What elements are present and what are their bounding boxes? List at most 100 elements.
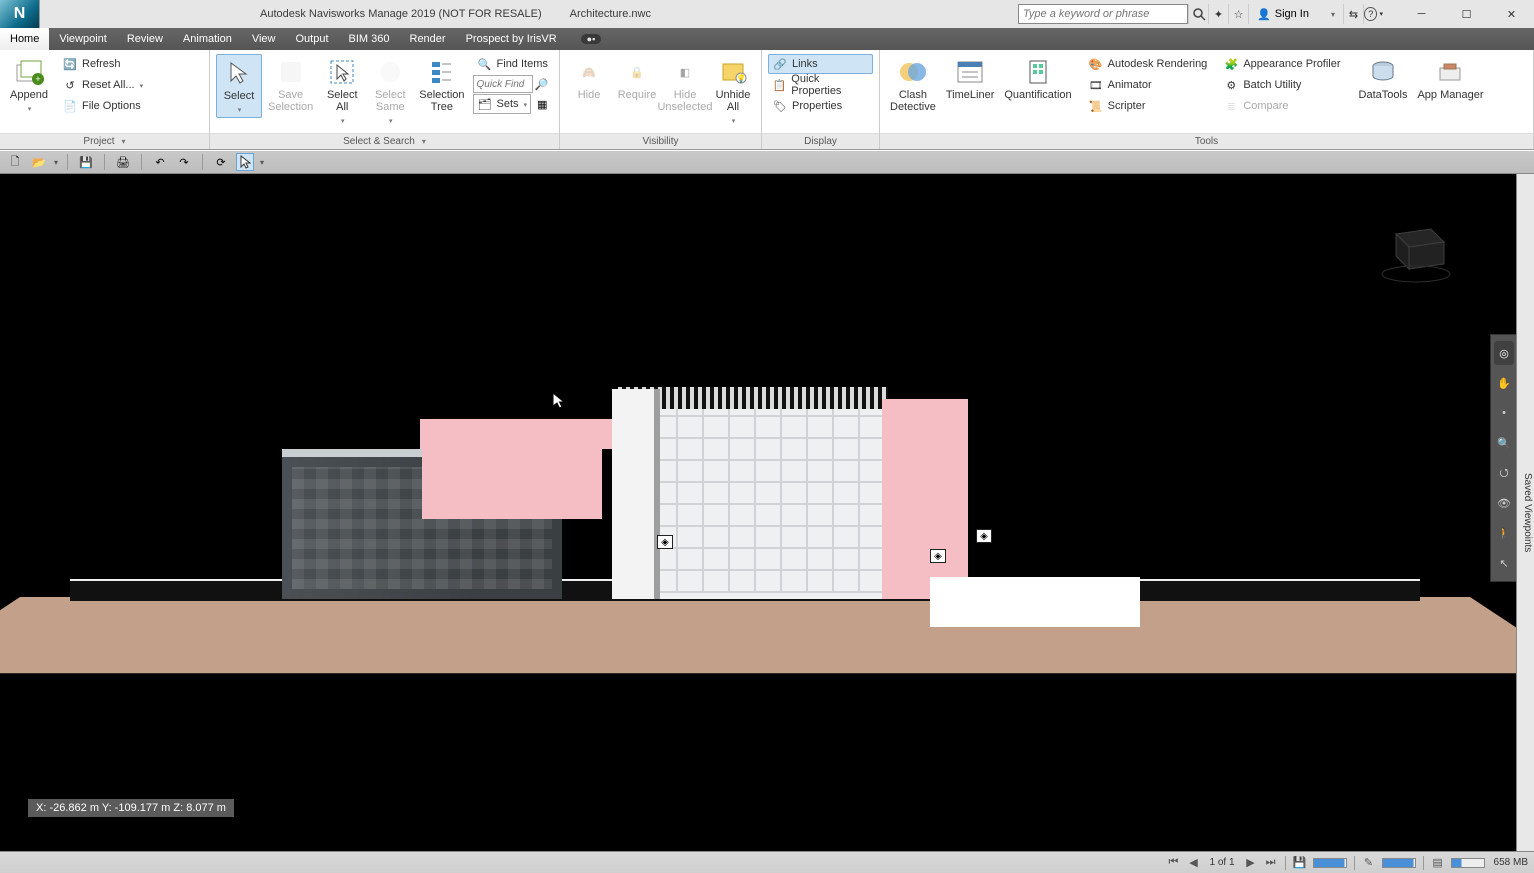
exchange-icon[interactable]: ⇆	[1343, 4, 1363, 24]
render-label: Autodesk Rendering	[1108, 58, 1208, 70]
select-all-button[interactable]: Select All	[319, 54, 365, 128]
minimize-button[interactable]: ─	[1399, 0, 1444, 28]
link-marker-3[interactable]: ◈	[976, 529, 992, 543]
unhide-all-button[interactable]: 💡Unhide All	[710, 54, 756, 128]
app-manager-label: App Manager	[1417, 89, 1483, 101]
datatools-button[interactable]: DataTools	[1355, 54, 1412, 103]
search-icon[interactable]	[1188, 4, 1208, 24]
animator-button[interactable]: 🎞Animator	[1084, 75, 1212, 95]
redo-icon[interactable]: ↷	[175, 153, 193, 171]
subscription-icon[interactable]: ✦	[1208, 4, 1228, 24]
append-button[interactable]: + Append	[6, 54, 52, 116]
signin-button[interactable]: 👤 Sign In ▾	[1248, 4, 1343, 24]
autodesk-rendering-button[interactable]: 🎨Autodesk Rendering	[1084, 54, 1212, 74]
sheet-next-icon[interactable]: ▶	[1242, 855, 1260, 871]
walk-icon[interactable]: 🚶	[1494, 521, 1514, 545]
sheet-prev-icon[interactable]: ◀	[1185, 855, 1203, 871]
link-marker-1[interactable]: ◈	[657, 535, 673, 549]
sheet-last-icon[interactable]: ⏭	[1262, 855, 1280, 871]
appearance-label: Appearance Profiler	[1243, 58, 1340, 70]
quick-find-input[interactable]	[473, 75, 533, 93]
memory-progress	[1451, 858, 1485, 868]
hide-unselected-label: Hide Unselected	[657, 89, 712, 113]
reset-all-button[interactable]: ↺Reset All...	[58, 75, 147, 95]
refresh-qat-icon[interactable]: ⟳	[212, 153, 230, 171]
app-manager-button[interactable]: App Manager	[1413, 54, 1487, 103]
append-icon: +	[13, 56, 45, 88]
scripter-icon: 📜	[1088, 98, 1104, 114]
drive-icon[interactable]: 💾	[1291, 855, 1309, 871]
quantification-button[interactable]: Quantification	[1000, 54, 1075, 103]
link-marker-2[interactable]: ◈	[930, 549, 946, 563]
ribbon-extra-icon[interactable]: ●▪	[575, 28, 608, 50]
user-icon: 👤	[1257, 8, 1271, 21]
selection-tree-button[interactable]: Selection Tree	[415, 54, 468, 115]
tab-view[interactable]: View	[242, 28, 286, 50]
open-icon[interactable]: 📂	[30, 153, 48, 171]
appearance-profiler-button[interactable]: 🧩Appearance Profiler	[1219, 54, 1344, 74]
pencil-icon[interactable]: ✎	[1360, 855, 1378, 871]
pan-icon[interactable]: ✋	[1494, 371, 1514, 395]
select-nav-icon[interactable]: ↖	[1494, 551, 1514, 575]
panel-tools-title: Tools	[880, 133, 1533, 149]
close-button[interactable]: ✕	[1489, 0, 1534, 28]
timeliner-button[interactable]: TimeLiner	[942, 54, 999, 103]
view-cube[interactable]	[1376, 214, 1456, 284]
panel-tools: Clash Detective TimeLiner Quantification…	[880, 50, 1534, 149]
infocenter-search[interactable]	[1018, 4, 1188, 24]
save-icon[interactable]: 💾	[77, 153, 95, 171]
file-options-button[interactable]: 📄 File Options	[58, 96, 147, 116]
steering-wheel-icon[interactable]: ◎	[1494, 341, 1514, 365]
3d-viewport[interactable]: ◈ ◈ ◈ X: -26.862 m Y: -109.177 m Z: 8.07…	[0, 174, 1516, 851]
tab-render[interactable]: Render	[400, 28, 456, 50]
tab-bim360[interactable]: BIM 360	[339, 28, 400, 50]
select-same-icon	[374, 56, 406, 88]
quick-access-toolbar: 🗋 📂 ▾ 💾 🖨 ↶ ↷ ⟳ ▾	[0, 150, 1534, 174]
file-options-label: File Options	[82, 100, 141, 112]
refresh-button[interactable]: 🔄Refresh	[58, 54, 147, 74]
properties-button[interactable]: 🏷Properties	[768, 96, 873, 116]
panel-select-search-title[interactable]: Select & Search	[210, 133, 559, 149]
tab-animation[interactable]: Animation	[173, 28, 242, 50]
quick-properties-button[interactable]: 📋Quick Properties	[768, 75, 873, 95]
memory-readout: 658 MB	[1494, 857, 1528, 868]
links-button[interactable]: 🔗Links	[768, 54, 873, 74]
zoom-icon[interactable]: 🔍	[1494, 431, 1514, 455]
tab-home[interactable]: Home	[0, 28, 49, 50]
orbit-icon[interactable]: ⭯	[1494, 461, 1514, 485]
file-options-icon: 📄	[62, 98, 78, 114]
sets-manage-icon[interactable]: ▦	[537, 98, 547, 111]
saved-viewpoints-tab[interactable]: Saved Viewpoints	[1516, 174, 1534, 851]
tab-review[interactable]: Review	[117, 28, 173, 50]
quick-find-go-icon[interactable]: 🔎	[535, 78, 549, 91]
panel-project-title[interactable]: Project	[0, 133, 209, 149]
app-logo[interactable]: N	[0, 0, 40, 28]
timeliner-icon	[954, 56, 986, 88]
batch-utility-button[interactable]: ⚙Batch Utility	[1219, 75, 1344, 95]
app-title: Autodesk Navisworks Manage 2019 (NOT FOR…	[260, 8, 542, 20]
tab-output[interactable]: Output	[286, 28, 339, 50]
animator-icon: 🎞	[1088, 77, 1104, 93]
print-icon[interactable]: 🖨	[114, 153, 132, 171]
clash-detective-button[interactable]: Clash Detective	[886, 54, 940, 115]
new-icon[interactable]: 🗋	[6, 153, 24, 171]
tab-prospect[interactable]: Prospect by IrisVR	[456, 28, 567, 50]
favorite-icon[interactable]: ☆	[1228, 4, 1248, 24]
memory-icon[interactable]: ▤	[1429, 855, 1447, 871]
maximize-button[interactable]: ☐	[1444, 0, 1489, 28]
undo-icon[interactable]: ↶	[151, 153, 169, 171]
look-icon[interactable]: 👁	[1494, 491, 1514, 515]
select-all-icon	[326, 56, 358, 88]
infocenter-search-input[interactable]	[1019, 5, 1187, 23]
sets-dropdown[interactable]: 🗂Sets	[473, 94, 532, 114]
sheet-first-icon[interactable]: ⏮	[1165, 855, 1183, 871]
timeliner-label: TimeLiner	[946, 89, 995, 101]
scripter-button[interactable]: 📜Scripter	[1084, 96, 1212, 116]
select-mode-icon[interactable]	[236, 153, 254, 171]
select-icon	[223, 57, 255, 89]
tab-viewpoint[interactable]: Viewpoint	[49, 28, 117, 50]
zoom-dot-icon[interactable]: •	[1494, 401, 1514, 425]
find-items-button[interactable]: 🔍Find Items	[473, 54, 552, 74]
help-icon[interactable]: ?▾	[1363, 4, 1383, 24]
select-button[interactable]: Select	[216, 54, 262, 118]
